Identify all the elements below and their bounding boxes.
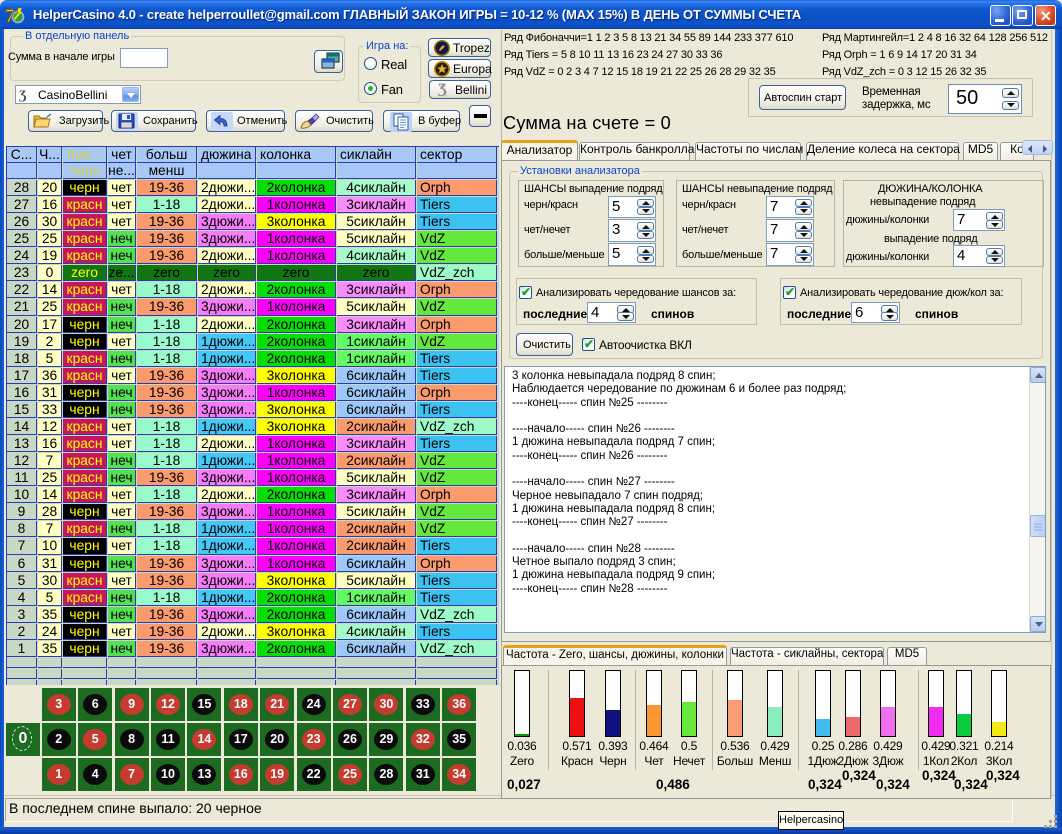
svg-text:7: 7 xyxy=(5,6,15,26)
